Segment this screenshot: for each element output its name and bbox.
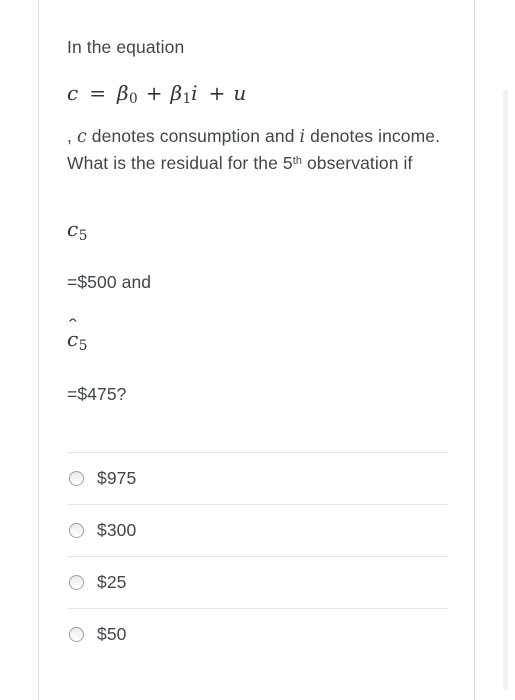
equation-beta1-subscript: 1 bbox=[182, 91, 192, 108]
description-leading-comma: , bbox=[67, 125, 77, 146]
equation-beta0: β bbox=[116, 80, 129, 105]
given-chat5-symbol: ˆ c5 bbox=[66, 318, 448, 353]
answer-option-2[interactable]: $300 bbox=[67, 503, 448, 556]
question-intro-text: In the equation bbox=[67, 37, 185, 57]
vertical-scrollbar[interactable] bbox=[503, 90, 508, 690]
radio-button-icon[interactable] bbox=[69, 626, 84, 642]
equation-beta1: β bbox=[170, 80, 183, 105]
hat-accent-icon: ˆ bbox=[65, 316, 80, 337]
given-c5-symbol: c5 bbox=[67, 216, 448, 243]
answer-option-label: $300 bbox=[97, 519, 137, 540]
description-segment-4: observation if bbox=[302, 153, 413, 174]
answer-option-1[interactable]: $975 bbox=[67, 451, 448, 504]
answer-option-3[interactable]: $25 bbox=[67, 555, 448, 608]
equation-beta0-subscript: 0 bbox=[129, 91, 138, 108]
equation-u-variable: u bbox=[233, 80, 247, 105]
question-stem: In the equation c = β0 + β1i + u , c denotes c… bbox=[39, 0, 474, 408]
given-c5-subscript: 5 bbox=[78, 227, 88, 244]
equation-plus-1: + bbox=[145, 80, 163, 105]
answer-option-label: $25 bbox=[97, 571, 127, 592]
radio-button-icon[interactable] bbox=[69, 522, 84, 538]
answer-options-list: $975 $300 $25 $50 bbox=[39, 451, 474, 660]
radio-button-icon[interactable] bbox=[69, 470, 84, 486]
given-c5-value: =$500 and bbox=[67, 271, 152, 292]
question-description-text: , c denotes consumption and i denotes in… bbox=[67, 123, 448, 177]
answer-option-4[interactable]: $50 bbox=[67, 607, 448, 660]
equation-display: c = β0 + β1i + u bbox=[67, 80, 448, 107]
given-chat5-subscript: 5 bbox=[78, 338, 88, 355]
given-chat5-value: =$475? bbox=[67, 384, 127, 405]
description-segment-2: denotes consumption and bbox=[86, 125, 300, 146]
quiz-question-card: In the equation c = β0 + β1i + u , c denotes c… bbox=[38, 0, 475, 700]
equation-plus-2: + bbox=[208, 80, 226, 105]
answer-option-label: $975 bbox=[97, 467, 137, 488]
equation-equals: = bbox=[89, 80, 106, 105]
description-ordinal-suffix: th bbox=[292, 155, 302, 168]
equation-i-variable: i bbox=[191, 80, 198, 105]
equation-lhs-c: c bbox=[67, 80, 79, 105]
description-var-c: c bbox=[76, 126, 87, 147]
radio-button-icon[interactable] bbox=[69, 574, 84, 590]
given-c5-letter: c bbox=[67, 216, 79, 241]
answer-option-label: $50 bbox=[97, 623, 127, 644]
